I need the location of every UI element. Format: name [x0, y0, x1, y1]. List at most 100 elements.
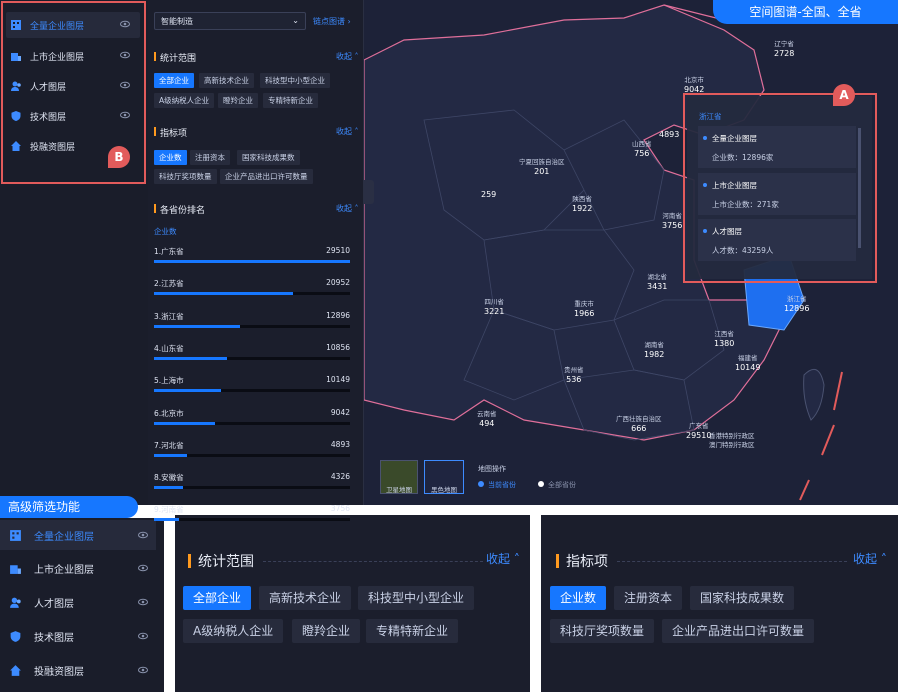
province-label[interactable]: 4893 — [659, 130, 679, 139]
chip-tech-achievements[interactable]: 国家科技成果数 — [237, 150, 300, 165]
zoom-chip-all-enterprise[interactable]: 全部企业 — [183, 586, 252, 610]
ranking-value: 29510 — [326, 246, 350, 255]
zoom-collapse-indicators[interactable]: 收起 ˄ — [853, 550, 887, 567]
province-label[interactable]: 河南省 3756 — [662, 212, 682, 230]
province-label[interactable]: 广西壮族自治区 666 — [616, 415, 662, 433]
province-label[interactable]: 四川省 3221 — [484, 298, 504, 316]
industry-select[interactable]: 智能制造 ⌄ — [154, 12, 306, 30]
zoom-chip-awards[interactable]: 科技厅奖项数量 — [550, 619, 655, 643]
province-label[interactable]: 浙江省 12896 — [784, 295, 809, 313]
province-name: 北京市 — [684, 76, 704, 84]
province-label[interactable]: 香港特别行政区 — [709, 432, 755, 441]
chip-registered-capital[interactable]: 注册资本 — [190, 150, 230, 165]
collapse-ranking[interactable]: 收起 ˄ — [336, 203, 359, 214]
ranking-value: 10149 — [326, 375, 350, 385]
province-name: 四川省 — [484, 298, 504, 306]
zoom-stat-scope-title: 统计范围 — [188, 551, 254, 571]
map-ops-title: 地图操作 — [478, 465, 506, 473]
zoom-layer-listed[interactable]: 上市企业图层 — [0, 553, 156, 583]
ranking-row: 5.上海市 10149 — [154, 375, 350, 393]
province-label[interactable]: 重庆市 1966 — [574, 300, 594, 318]
province-name: 云南省 — [477, 410, 497, 418]
annotation-box-a — [683, 93, 877, 283]
chip-tech-sme[interactable]: 科技型中小型企业 — [260, 73, 330, 88]
province-value: 1922 — [572, 204, 593, 213]
eye-icon[interactable] — [138, 631, 148, 641]
zoom-chip-specialized[interactable]: 专精特新企业 — [366, 619, 459, 643]
zoom-layer-talent[interactable]: 人才图层 — [0, 587, 156, 617]
zoom-stat-scope: 统计范围 收起 ˄ 全部企业 高新技术企业 科技型中小型企业 A级纳税人企业 瞪… — [175, 515, 530, 692]
province-label[interactable]: 湖北省 3431 — [647, 273, 667, 291]
zoom-chip-tech-sme[interactable]: 科技型中小型企业 — [358, 586, 475, 610]
eye-icon[interactable] — [138, 530, 148, 540]
divider — [617, 561, 847, 562]
chip-specialized[interactable]: 专精特新企业 — [263, 93, 318, 108]
province-label[interactable]: 云南省 494 — [477, 410, 497, 428]
zoom-indicators-title: 指标项 — [556, 551, 608, 571]
ranking-bar — [154, 292, 350, 296]
zoom-layer-investment[interactable]: 投融资图层 — [0, 655, 156, 685]
radio-all-provinces[interactable]: 全部省份 — [538, 480, 576, 490]
province-label[interactable]: 江西省 1380 — [714, 330, 734, 348]
layer-label: 投融资图层 — [34, 666, 84, 678]
radio-current-province[interactable]: 当前省份 — [478, 480, 516, 490]
province-label[interactable]: 广东省 29510 — [686, 422, 711, 440]
zoom-chip-high-tech[interactable]: 高新技术企业 — [259, 586, 352, 610]
province-value: 536 — [566, 375, 582, 384]
chip-high-tech[interactable]: 高新技术企业 — [199, 73, 254, 88]
layer-label: 技术图层 — [34, 632, 74, 644]
province-name: 湖南省 — [644, 341, 664, 349]
province-value: 4893 — [659, 130, 680, 139]
province-value: 201 — [534, 167, 550, 176]
panel-toggle-handle[interactable] — [364, 180, 374, 204]
zoom-chip-enterprise-count[interactable]: 企业数 — [550, 586, 607, 610]
zoom-indicators: 指标项 收起 ˄ 企业数 注册资本 国家科技成果数 科技厅奖项数量 企业产品进出… — [541, 515, 898, 692]
province-label[interactable]: 澳门特别行政区 — [709, 441, 755, 450]
province-name: 江西省 — [714, 330, 734, 338]
zoom-chip-a-taxpayer[interactable]: A级纳税人企业 — [183, 619, 284, 643]
chip-all-enterprise[interactable]: 全部企业 — [154, 73, 194, 88]
ranking-label: 2.江苏省 — [154, 279, 184, 289]
collapse-stat-scope[interactable]: 收起 ˄ — [336, 51, 359, 62]
chip-gazelle[interactable]: 瞪羚企业 — [218, 93, 258, 108]
province-label[interactable]: 宁夏回族自治区 201 — [519, 158, 565, 176]
eye-icon[interactable] — [138, 563, 148, 573]
zoom-collapse-stat-scope[interactable]: 收起 ˄ — [486, 550, 520, 567]
ranking-value: 9042 — [330, 407, 350, 417]
province-value: 12896 — [784, 304, 810, 313]
province-label[interactable]: 陕西省 1922 — [572, 195, 592, 213]
eye-icon[interactable] — [138, 665, 148, 675]
zoom-chip-gazelle[interactable]: 瞪羚企业 — [292, 619, 361, 643]
province-value: 10149 — [735, 363, 761, 372]
province-label[interactable]: 山西省 756 — [632, 140, 652, 158]
dark-map-label: 黑色地图 — [431, 486, 457, 494]
province-value: 2728 — [774, 49, 795, 58]
ranking-bar-fill — [154, 356, 227, 360]
chip-import-export[interactable]: 企业产品进出口许可数量 — [220, 169, 313, 184]
province-label[interactable]: 259 — [481, 190, 496, 199]
building-icon — [10, 529, 21, 541]
eye-icon[interactable] — [138, 597, 148, 607]
zoom-chip-registered-capital[interactable]: 注册资本 — [614, 586, 683, 610]
zoom-layer-all-enterprise[interactable]: 全量企业图层 — [0, 520, 156, 550]
ranking-label: 8.安徽省 — [154, 473, 184, 483]
province-label[interactable]: 福建省 10149 — [735, 354, 760, 372]
collapse-indicators[interactable]: 收起 ˄ — [336, 126, 359, 137]
ranking-label: 9.河南省 — [154, 505, 184, 515]
province-label[interactable]: 贵州省 536 — [564, 366, 584, 384]
province-label[interactable]: 湖南省 1982 — [644, 341, 664, 359]
chip-enterprise-count[interactable]: 企业数 — [154, 150, 187, 165]
province-label[interactable]: 辽宁省 2728 — [774, 40, 794, 58]
zoom-chip-import-export[interactable]: 企业产品进出口许可数量 — [662, 619, 815, 643]
zoom-layer-tech[interactable]: 技术图层 — [0, 621, 156, 651]
ranking-row: 4.山东省 10856 — [154, 343, 350, 360]
layer-label: 上市企业图层 — [34, 564, 94, 576]
industry-chain-link[interactable]: 链点图谱 › — [313, 16, 351, 27]
ranking-bar-fill — [154, 292, 294, 296]
province-label[interactable]: 北京市 9042 — [684, 76, 704, 94]
callout-advanced-filter: 高级筛选功能 — [0, 496, 138, 518]
chip-a-taxpayer[interactable]: A级纳税人企业 — [154, 93, 215, 108]
zoom-chip-tech-achievements[interactable]: 国家科技成果数 — [690, 586, 795, 610]
ranking-bar-fill — [154, 324, 241, 328]
chip-awards[interactable]: 科技厅奖项数量 — [154, 169, 217, 184]
